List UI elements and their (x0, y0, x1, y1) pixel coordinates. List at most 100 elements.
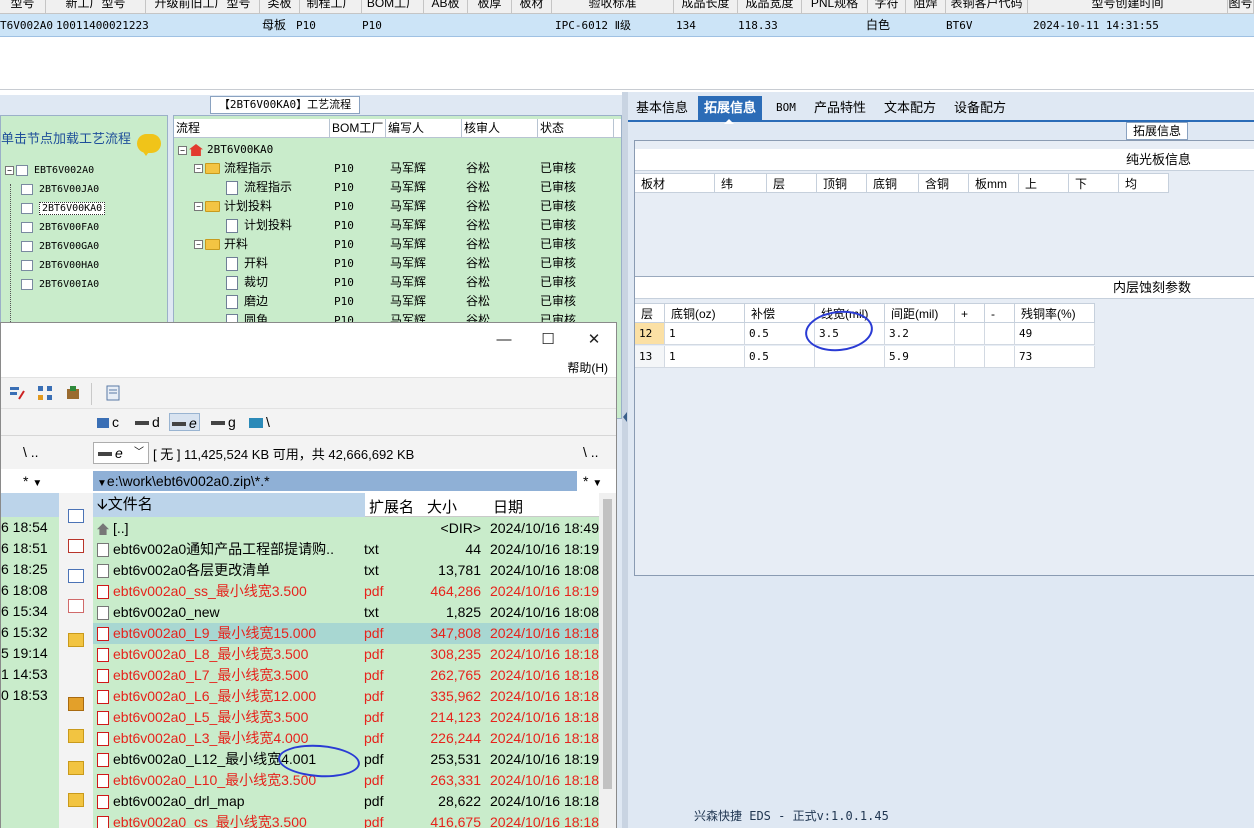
new-folder-icon[interactable] (68, 729, 84, 743)
drive-d-button[interactable]: d (133, 413, 162, 431)
col-filename[interactable]: 🡫文件名 (93, 493, 365, 517)
col-process[interactable]: 流程 (174, 119, 330, 138)
etch-value-cell[interactable] (955, 323, 985, 345)
col-status[interactable]: 状态 (538, 119, 614, 138)
pack-icon[interactable] (68, 697, 84, 711)
bare-board-col[interactable]: 底铜 (867, 173, 919, 193)
etch-value-cell[interactable] (815, 346, 885, 368)
col-pnl[interactable]: PNL规格 (802, 0, 868, 14)
etch-col[interactable]: + (955, 303, 985, 323)
bare-board-col[interactable]: 纬 (715, 173, 767, 193)
tab-basic-info[interactable]: 基本信息 (630, 96, 694, 122)
file-row[interactable]: ebt6v002a0_cs_最小线宽3.500 pdf 416,675 2024/10… (93, 812, 599, 828)
model-row[interactable]: T6V002A0 10011400021223 母板 P10 P10 IPC-6… (0, 14, 1254, 37)
collapse-icon[interactable]: − (194, 240, 203, 250)
folder-icon[interactable] (68, 793, 84, 807)
tree-item-root[interactable]: − EBT6V002A0 (5, 161, 94, 180)
col-drawing[interactable]: 图号 (1228, 0, 1254, 14)
file-row[interactable]: ebt6v002a0_L8_最小线宽3.500 pdf 308,235 2024/10… (93, 644, 599, 665)
left-pane-time[interactable]: 1 14:53 (1, 666, 48, 682)
etch-col[interactable]: 层 (635, 303, 665, 323)
etch-value-cell[interactable]: 73 (1015, 346, 1095, 368)
tab-text-recipe[interactable]: 文本配方 (878, 96, 942, 122)
chat-bubble-icon[interactable] (137, 134, 161, 156)
bare-board-col[interactable]: 板mm (969, 173, 1019, 193)
drive-g-button[interactable]: g (209, 413, 238, 431)
drive-dropdown[interactable]: e ﹀ (93, 442, 149, 464)
edit-file-icon[interactable] (68, 539, 84, 553)
col-thickness[interactable]: 板厚 (468, 0, 512, 14)
etch-col[interactable]: 残铜率(%) (1015, 303, 1095, 323)
col-customer-code[interactable]: 表铜客户代码 (946, 0, 1028, 14)
file-row[interactable]: [..] <DIR> 2024/10/16 18:49 (93, 518, 599, 539)
tool-tree-icon[interactable] (37, 385, 53, 401)
view-file-icon[interactable] (68, 509, 84, 523)
bare-board-col[interactable]: 板材 (635, 173, 715, 193)
file-row[interactable]: ebt6v002a0_drl_map pdf 28,622 2024/10/16 18… (93, 791, 599, 812)
tab-equipment-recipe[interactable]: 设备配方 (948, 96, 1012, 122)
col-width[interactable]: 成品宽度 (738, 0, 802, 14)
col-reviewer[interactable]: 核审人 (462, 119, 538, 138)
tree-item[interactable]: 2BT6V00HA0 (21, 256, 99, 275)
left-filter[interactable]: * ▼ (1, 471, 59, 491)
bare-board-col[interactable]: 含铜 (919, 173, 969, 193)
col-material[interactable]: 板材 (512, 0, 552, 14)
tree-item[interactable]: 2BT6V00IA0 (21, 275, 99, 294)
etch-row[interactable]: 12 1 0.5 3.5 3.2 49 (635, 323, 1254, 345)
folder-icon[interactable] (68, 633, 84, 647)
collapse-icon[interactable]: − (5, 165, 14, 175)
file-row[interactable]: ebt6v002a0_L5_最小线宽3.500 pdf 214,123 2024/10… (93, 707, 599, 728)
process-step-row[interactable]: 开料 P10 马军辉 谷松 已审核 (174, 254, 621, 273)
tree-item-selected[interactable]: 2BT6V00KA0 (21, 199, 106, 218)
title-bar[interactable]: — ☐ ✕ (1, 323, 616, 355)
col-standard[interactable]: 验收标准 (552, 0, 674, 14)
col-length[interactable]: 成品长度 (674, 0, 738, 14)
file-row[interactable]: ebt6v002a0_new txt 1,825 2024/10/16 18:08 (93, 602, 599, 623)
process-root[interactable]: −2BT6V00KA0 (174, 140, 621, 159)
collapse-arrow-icon[interactable] (623, 412, 627, 422)
col-board-type[interactable]: 类板 (260, 0, 300, 14)
etch-value-cell[interactable]: 1 (665, 346, 745, 368)
col-solder-mask[interactable]: 阻焊 (906, 0, 946, 14)
collapse-icon[interactable]: − (194, 202, 203, 212)
process-step-row[interactable]: 裁切 P10 马军辉 谷松 已审核 (174, 273, 621, 292)
collapse-icon[interactable]: − (194, 164, 203, 174)
file-row[interactable]: ebt6v002a0_L3_最小线宽4.000 pdf 226,244 2024/10… (93, 728, 599, 749)
col-writer[interactable]: 编写人 (386, 119, 462, 138)
col-old-model[interactable]: 升级前旧工厂型号 (146, 0, 260, 14)
process-folder-row[interactable]: − 开料 P10 马军辉 谷松 已审核 (174, 235, 621, 254)
process-folder-row[interactable]: − 流程指示 P10 马军辉 谷松 已审核 (174, 159, 621, 178)
col-size[interactable]: 大小 (427, 496, 457, 517)
etch-value-cell[interactable] (985, 323, 1015, 345)
etch-value-cell[interactable]: 3.2 (885, 323, 955, 345)
current-path[interactable]: ▼e:\work\ebt6v002a0.zip\*.* (93, 471, 577, 491)
etch-value-cell[interactable]: 3.5 (815, 323, 885, 345)
file-row[interactable]: ebt6v002a0_L9_最小线宽15.000 pdf 347,808 2024/1… (93, 623, 599, 644)
col-model[interactable]: 型号 (0, 0, 46, 14)
bare-board-col[interactable]: 层 (767, 173, 817, 193)
bare-board-col[interactable]: 均 (1119, 173, 1169, 193)
tab-extended-info[interactable]: 拓展信息 (698, 96, 763, 124)
scrollbar-thumb[interactable] (603, 499, 612, 789)
tool-notepad-icon[interactable] (105, 385, 121, 401)
tree-item[interactable]: 2BT6V00JA0 (21, 180, 99, 199)
file-list-scrollbar[interactable] (599, 493, 616, 828)
close-button[interactable]: ✕ (579, 329, 609, 351)
copy-file-icon[interactable] (68, 569, 84, 583)
left-pane-time[interactable]: 6 15:34 (1, 603, 48, 619)
network-drive-button[interactable]: \ (247, 413, 272, 431)
col-new-model[interactable]: 新工厂型号 (46, 0, 146, 14)
etch-value-cell[interactable]: 5.9 (885, 346, 955, 368)
col-bom-factory[interactable]: BOM工厂 (362, 0, 424, 14)
bare-board-col[interactable]: 下 (1069, 173, 1119, 193)
file-row[interactable]: ebt6v002a0各层更改清单 txt 13,781 2024/10/16 18:0… (93, 560, 599, 581)
tree-item[interactable]: 2BT6V00GA0 (21, 237, 99, 256)
folder-icon[interactable] (68, 761, 84, 775)
etch-value-cell[interactable]: 49 (1015, 323, 1095, 345)
bare-board-col[interactable]: 顶铜 (817, 173, 867, 193)
col-bom-factory[interactable]: BOM工厂 (330, 119, 386, 138)
etch-value-cell[interactable] (985, 346, 1015, 368)
bare-board-col[interactable]: 上 (1019, 173, 1069, 193)
right-pane-nav[interactable]: \ .. (583, 444, 599, 460)
file-row[interactable]: ebt6v002a0通知产品工程部提请购.. txt 44 2024/10/16 18… (93, 539, 599, 560)
